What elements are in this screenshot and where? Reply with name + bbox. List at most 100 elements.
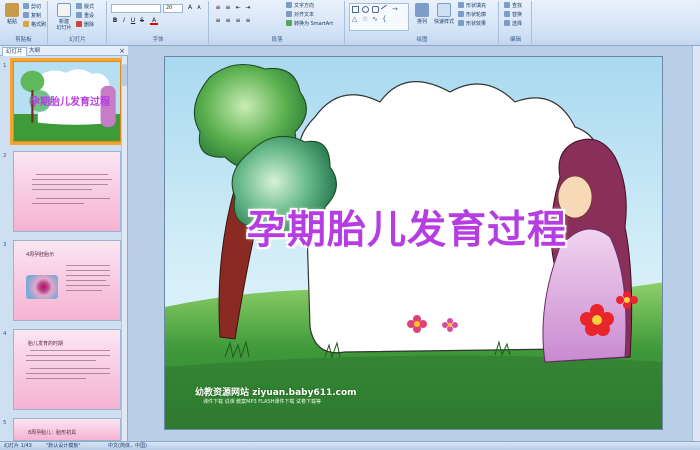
slides-group-label: 幻灯片 [69,37,86,43]
find-button[interactable]: 查找 [504,2,522,10]
slide-thumbnail-1[interactable]: 孕期胎儿发育过程 [10,58,124,145]
brush-icon [23,21,29,27]
copy-icon [23,12,29,18]
delete-icon [76,21,82,27]
reset-icon [76,12,82,18]
quick-styles-button[interactable]: 快速样式 [432,3,456,33]
thumb-4-title: 胎儿发育的时期 [28,341,64,347]
slide-thumbnail-5[interactable]: 8周孕胎儿：胎形初具 [13,418,121,441]
align-text-icon [286,11,292,17]
scissors-icon [23,3,29,9]
shape-fill-button[interactable]: 形状填充 [458,2,486,10]
bullets-button[interactable]: ≡ [214,4,222,12]
text-direction-icon [286,2,292,8]
align-right-button[interactable]: ≡ [234,17,242,25]
slide-thumbnail-3[interactable]: 4周孕胚胎示 [13,240,121,321]
brace-shape-icon[interactable]: { [382,16,389,23]
copy-button[interactable]: 复制 [23,12,41,20]
format-painter-button[interactable]: 格式刷 [23,21,46,29]
triangle-shape-icon[interactable]: △ [352,16,359,23]
slides-group: 新建 幻灯片 版式 重设 删除 幻灯片 [49,1,107,44]
star-shape-icon[interactable]: ☆ [362,16,369,23]
paragraph-group-label: 段落 [271,37,283,43]
thumb-5-title: 8周孕胎儿：胎形初具 [28,430,77,436]
shape-effects-button[interactable]: 形状效果 [458,20,486,28]
tab-slides[interactable]: 幻灯片 [2,47,27,56]
ribbon: 粘贴 剪切 复制 格式刷 剪贴板 新建 幻灯片 版式 重设 删除 幻灯片 20 … [0,0,700,46]
reset-button[interactable]: 重设 [76,12,94,20]
pane-tabs: 幻灯片 大纲 × [0,46,128,56]
rounded-rect-shape-icon[interactable] [372,6,379,13]
arrange-icon [415,3,429,17]
paragraph-group: ≡ ≡ ⇤ ⇥ ≡ ≡ ≡ ≡ 文字方向 对齐文本 转换为 SmartArt 段… [210,1,345,44]
font-size-field[interactable]: 20 [163,4,183,13]
align-text-button[interactable]: 对齐文本 [286,11,314,19]
shrink-font-button[interactable]: A [195,4,203,12]
slide-number: 3 [3,242,7,248]
main-scrollbar[interactable] [692,46,700,441]
status-bar: 幻灯片 1/43 "默认设计模板" 中文(简体，中国) [0,441,700,449]
tab-outline[interactable]: 大纲 [26,47,43,56]
arrow-shape-icon[interactable]: → [392,6,399,13]
replace-icon [504,11,510,17]
numbering-button[interactable]: ≡ [224,4,232,12]
smartart-button[interactable]: 转换为 SmartArt [286,20,333,28]
drawing-group: → △ ☆ ∿ { 排列 快速样式 形状填充 形状轮廓 形状效果 绘图 [346,1,499,44]
strikethrough-button[interactable]: S [138,17,146,25]
slide-title[interactable]: 孕期胎儿发育过程 [247,199,567,255]
italic-button[interactable]: I [120,17,128,25]
smartart-icon [286,20,292,26]
pen-icon [458,11,464,17]
shape-outline-button[interactable]: 形状轮廓 [458,11,486,19]
select-button[interactable]: 选择 [504,20,522,28]
delete-slide-button[interactable]: 删除 [76,21,94,29]
slide-footer: 幼教资源网站 ziyuan.baby611.com [195,388,357,398]
clipboard-group-label: 剪贴板 [15,37,32,43]
drawing-group-label: 绘图 [416,37,428,43]
arrange-button[interactable]: 排列 [412,3,432,33]
font-group: 20 A A B I U S A 字体 [108,1,209,44]
decrease-indent-button[interactable]: ⇤ [234,4,242,12]
editing-group: 查找 替换 选择 编辑 [500,1,532,44]
layout-icon [76,3,82,9]
layout-button[interactable]: 版式 [76,3,94,11]
slide-number: 1 [3,63,7,69]
clipboard-icon [5,3,19,17]
new-slide-button[interactable]: 新建 幻灯片 [53,3,75,33]
align-left-button[interactable]: ≡ [214,17,222,25]
rectangle-shape-icon[interactable] [352,6,359,13]
effects-icon [458,20,464,26]
bold-button[interactable]: B [111,17,119,25]
slide-thumbnail-4[interactable]: 胎儿发育的时期 [13,329,121,410]
scrollbar-thumb[interactable] [122,64,127,86]
slide-number: 5 [3,420,7,426]
slide-number: 4 [3,331,7,337]
text-direction-button[interactable]: 文字方向 [286,2,314,10]
font-name-field[interactable] [111,4,161,13]
cursor-icon [504,20,510,26]
curve-shape-icon[interactable]: ∿ [372,16,379,23]
slides-pane: 幻灯片 大纲 × 1 孕期胎儿发育过程 2 3 4周孕胚胎示 4 胎儿发育的时期… [0,46,128,441]
justify-button[interactable]: ≡ [244,17,252,25]
slide-number: 2 [3,153,7,159]
close-icon[interactable]: × [119,47,125,55]
thumb-3-title: 4周孕胚胎示 [26,252,55,258]
thumbnail-scrollbar[interactable] [121,56,127,441]
align-center-button[interactable]: ≡ [224,17,232,25]
increase-indent-button[interactable]: ⇥ [244,4,252,12]
cut-button[interactable]: 剪切 [23,3,41,11]
underline-button[interactable]: U [129,17,137,25]
oval-shape-icon[interactable] [362,6,369,13]
replace-button[interactable]: 替换 [504,11,522,19]
paste-button[interactable]: 粘贴 [2,3,22,33]
font-color-button[interactable]: A [150,17,158,25]
clipboard-group: 粘贴 剪切 复制 格式刷 剪贴板 [0,1,48,44]
slide-thumbnail-2[interactable] [13,151,121,232]
line-shape-icon[interactable] [380,4,391,15]
editing-group-label: 编辑 [509,37,521,43]
paint-bucket-icon [458,2,464,8]
shapes-gallery[interactable]: → △ ☆ ∿ { [349,3,409,31]
grow-font-button[interactable]: A [186,4,194,12]
embryo-image [26,275,58,299]
main-slide[interactable]: 孕期胎儿发育过程 幼教资源网站 ziyuan.baby611.com 课件下载 … [164,56,663,430]
